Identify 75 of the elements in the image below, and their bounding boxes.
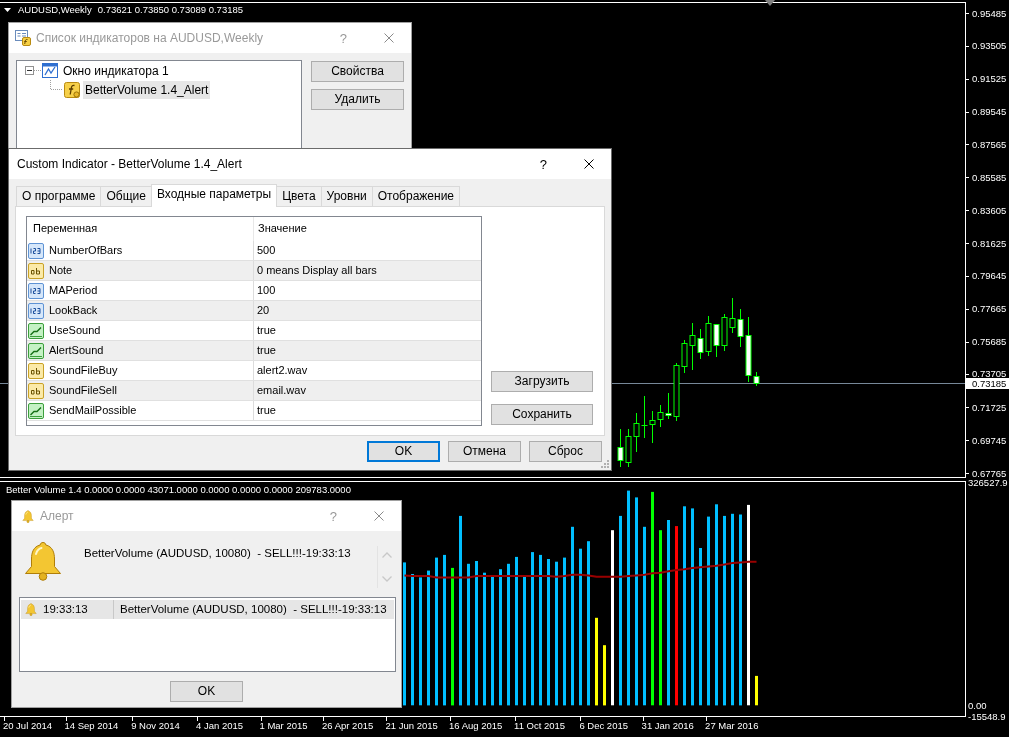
parameter-name: AlertSound [49,343,104,358]
number-type-icon [28,302,44,319]
axis-label: 0.91525 [972,74,1007,84]
parameter-value: true [257,343,276,358]
axis-label: 0.71725 [972,402,1007,412]
text-type-icon [28,362,44,379]
text-type-icon [28,262,44,279]
ohlc-values: 0.73621 0.73850 0.73089 0.73185 [97,4,243,16]
column-header: Переменная [33,222,98,236]
chart-window-icon [42,63,58,78]
parameter-name: UseSound [49,323,101,338]
triangle-marker-icon[interactable] [765,0,775,6]
dialog-button[interactable]: OK [367,441,440,462]
parameter-value: 100 [257,283,276,298]
tab[interactable]: Отображение [371,186,460,206]
parameter-value: 500 [257,243,276,258]
window-title: Custom Indicator - BetterVolume 1.4_Alert [17,156,242,172]
parameter-name: NumberOfBars [49,243,123,258]
tab[interactable]: Общие [100,186,152,206]
axis-label: 0.77665 [972,304,1007,314]
tab[interactable]: Уровни [320,186,373,206]
axis-label: 0.73705 [972,368,1007,378]
axis-label: 0.93505 [972,41,1007,51]
dialog-button[interactable]: Сохранить [491,404,593,425]
number-type-icon [28,282,44,299]
axis-label: 0.79645 [972,271,1007,281]
caret-down-icon[interactable] [4,8,11,12]
axis-label: 0.81625 [972,238,1007,248]
parameter-value: 0 means Display all bars [257,263,377,278]
parameter-name: Note [49,263,73,278]
tree-line [34,70,42,71]
tree-line [50,80,63,90]
axis-label: 0.83605 [972,205,1007,215]
axis-label: 0.75685 [972,337,1007,347]
parameter-value: true [257,403,276,418]
close-icon[interactable] [584,159,594,169]
text-type-icon [28,382,44,399]
window-icon [15,30,31,46]
parameter-name: MAPeriod [49,283,98,298]
parameter-name: LookBack [49,303,98,318]
resize-grip-icon[interactable] [601,460,609,468]
line-chart-icon [28,322,44,339]
tree-item[interactable]: Окно индикатора 1 [61,61,171,80]
line-chart-icon [28,402,44,419]
price-label: 0.73185 [966,377,1009,389]
function-icon [64,81,80,98]
dialog-button[interactable]: Сброс [529,441,602,462]
chart-symbol: AUDUSD,Weekly [18,4,92,16]
axis-label: 0.95485 [972,8,1007,18]
axis-label: 0.67765 [972,468,1007,478]
collapse-icon[interactable] [25,66,34,75]
window-title: Список индикаторов на AUDUSD,Weekly [36,30,264,46]
dialog-button[interactable]: Загрузить [491,371,593,392]
help-button[interactable]: ? [539,156,547,172]
axis-label: 0.87565 [972,139,1007,149]
parameter-name: SoundFileSell [49,383,117,398]
parameter-name: SendMailPossible [49,403,137,418]
parameter-value: true [257,323,276,338]
dialog-button[interactable]: Удалить [311,89,404,110]
tab[interactable]: О программе [16,186,102,206]
dialog-button[interactable]: Отмена [448,441,521,462]
axis-label: 0.89545 [972,107,1007,117]
line-chart-icon [28,342,44,359]
axis-label: 0.85585 [972,172,1007,182]
parameter-value: alert2.wav [257,363,308,378]
tab[interactable]: Цвета [276,186,322,206]
tab[interactable]: Входные параметры [150,184,278,207]
parameter-name: SoundFileBuy [49,363,118,378]
parameter-value: email.wav [257,383,306,398]
column-header: Значение [258,222,307,236]
tree-item[interactable]: BetterVolume 1.4_Alert [83,80,211,99]
number-type-icon [28,242,44,259]
parameter-value: 20 [257,303,270,318]
axis-label: 0.69745 [972,435,1007,445]
dialog-button[interactable]: Свойства [311,61,404,82]
